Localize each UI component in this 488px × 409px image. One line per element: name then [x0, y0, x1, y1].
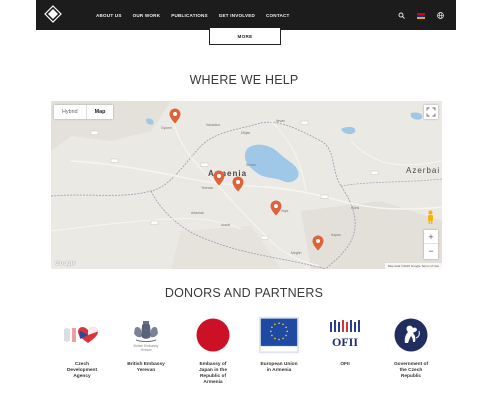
nav-icon-group — [386, 0, 444, 30]
zoom-in-button[interactable]: + — [424, 230, 438, 244]
site-logo-icon[interactable] — [44, 5, 62, 23]
partner-name: Government of the Czech Republic — [393, 362, 429, 379]
svg-text:OFII: OFII — [332, 335, 358, 349]
where-we-help-map[interactable]: Yerevan Gyumri Vanadzor Dilijan Sevan Ij… — [51, 101, 442, 269]
nav-contact[interactable]: CONTACT — [266, 13, 290, 18]
armenian-flag-icon[interactable] — [417, 6, 425, 24]
more-button[interactable]: MORE — [209, 28, 281, 45]
partner-czech-development-agency[interactable]: Czech Development Agency — [47, 315, 117, 380]
nav-get-involved[interactable]: GET INVOLVED — [219, 13, 255, 18]
map-type-map-button[interactable]: Map — [87, 105, 114, 119]
city-label-ijevan: Ijevan — [276, 119, 286, 123]
partner-name: OFII — [340, 362, 350, 367]
nav-publications[interactable]: PUBLICATIONS — [171, 13, 208, 18]
partner-government-of-czech-republic[interactable]: Government of the Czech Republic — [376, 315, 446, 380]
map-attribution[interactable]: Map data ©2022 Google Terms of Use — [384, 263, 442, 269]
partner-ofii[interactable]: OFII OFII — [310, 315, 380, 368]
city-label-goris: Goris — [351, 206, 360, 210]
map-pin-icon[interactable] — [213, 170, 225, 186]
eu-flag-logo — [259, 315, 299, 355]
japan-red-circle-logo — [193, 315, 233, 355]
zoom-control: + − — [424, 230, 438, 259]
country-label-azerbaijan: Azerbai — [406, 166, 441, 175]
partner-embassy-of-japan[interactable]: Embassy of Japan in the Republic of Arme… — [178, 315, 248, 386]
city-label-sevan: Sevan — [246, 163, 256, 167]
nav-about-us[interactable]: ABOUT US — [96, 13, 122, 18]
city-label-dilijan: Dilijan — [241, 131, 251, 135]
where-we-help-title: WHERE WE HELP — [189, 73, 299, 87]
ofii-logo: OFII — [325, 315, 365, 355]
fullscreen-icon — [426, 107, 436, 117]
city-label-kapan: Kapan — [331, 233, 341, 237]
top-navigation-bar: ABOUT US OUR WORK PUBLICATIONS GET INVOL… — [36, 0, 456, 30]
city-label-vanadzor: Vanadzor — [206, 123, 221, 127]
city-label-ararat: Ararat — [221, 223, 231, 227]
search-icon[interactable] — [398, 6, 405, 24]
partner-european-union-in-armenia[interactable]: European Union in Armenia — [244, 315, 314, 374]
city-label-gyumri: Gyumri — [161, 126, 172, 130]
map-pin-icon[interactable] — [312, 235, 324, 251]
nav-our-work[interactable]: OUR WORK — [133, 13, 161, 18]
street-view-pegman-icon[interactable] — [426, 210, 435, 224]
globe-icon[interactable] — [437, 6, 444, 24]
map-pin-icon[interactable] — [232, 176, 244, 192]
map-type-hybrid-button[interactable]: Hybrid — [54, 105, 87, 119]
svg-text:Yerevan: Yerevan — [140, 348, 152, 352]
partner-british-embassy-yerevan[interactable]: British Embassy Yerevan British Embassy … — [111, 315, 181, 374]
partner-name: Czech Development Agency — [66, 362, 98, 379]
city-label-vayk: Vayk — [281, 209, 289, 213]
partner-name: Embassy of Japan in the Republic of Arme… — [199, 362, 227, 385]
partner-name: European Union in Armenia — [260, 362, 298, 373]
map-terrain — [51, 101, 442, 269]
city-label-artashat: Artashat — [191, 211, 204, 215]
city-label-yerevan: Yerevan — [201, 186, 214, 190]
map-pin-icon[interactable] — [270, 200, 282, 216]
czech-flag-heart-logo — [62, 315, 102, 355]
royal-coat-of-arms-logo: British Embassy Yerevan — [126, 315, 166, 355]
donors-and-partners-title: DONORS AND PARTNERS — [164, 286, 324, 300]
czech-lion-emblem-logo — [391, 315, 431, 355]
map-pin-icon[interactable] — [169, 108, 181, 124]
zoom-out-button[interactable]: − — [424, 244, 438, 258]
partner-name: British Embassy Yerevan — [127, 362, 165, 373]
fullscreen-button[interactable] — [424, 105, 438, 119]
city-label-meghri: Meghri — [291, 251, 302, 255]
main-menu: ABOUT US OUR WORK PUBLICATIONS GET INVOL… — [96, 0, 301, 30]
map-type-control: Hybrid Map — [54, 105, 114, 119]
google-logo[interactable]: Google — [55, 261, 76, 267]
